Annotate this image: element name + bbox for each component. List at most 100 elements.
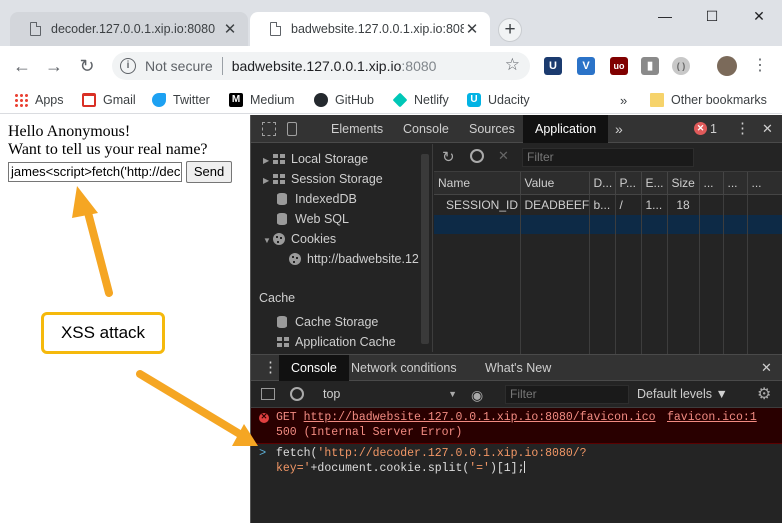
table-cell[interactable] [699, 194, 724, 215]
clear-console-icon[interactable] [290, 387, 304, 401]
collapse-arrow-icon[interactable]: ▼ [263, 231, 273, 251]
drawer-menu-icon[interactable]: ⋮ [263, 355, 278, 381]
error-url-link[interactable]: http://badwebsite.127.0.0.1.xip.io:8080/… [304, 411, 656, 424]
send-button[interactable]: Send [186, 161, 232, 183]
error-icon[interactable]: ✕ [694, 122, 707, 135]
table-cell[interactable] [747, 194, 782, 215]
forward-button[interactable]: → [42, 54, 66, 78]
bookmarks-overflow-button[interactable]: » [620, 90, 627, 110]
bookmark-gmail[interactable]: Gmail [82, 90, 136, 110]
bookmark-github[interactable]: GitHub [314, 90, 374, 110]
column-header[interactable]: ... [723, 172, 748, 195]
column-header[interactable]: E... [641, 172, 668, 195]
sidebar-item-label: Cache Storage [295, 315, 379, 329]
maximize-button[interactable]: ☐ [699, 6, 725, 26]
sidebar-item-web-sql[interactable]: Web SQL [277, 209, 349, 229]
sidebar-item-application-cache[interactable]: Application Cache [277, 332, 396, 352]
eye-icon[interactable]: ◉ [471, 387, 483, 404]
sidebar-item-cookies[interactable]: ▼ Cookies [263, 229, 336, 249]
new-tab-button[interactable]: + [498, 18, 522, 42]
tab-close-icon[interactable]: ✕ [464, 20, 480, 38]
settings-gear-icon[interactable]: ⚙ [757, 384, 771, 404]
sidebar-item-local-storage[interactable]: ▶ Local Storage [263, 149, 368, 169]
cookie-filter-input[interactable]: Filter [522, 148, 694, 167]
menu-kebab-icon[interactable]: ⋮ [752, 56, 768, 76]
console-input-row[interactable]: > fetch('http://decoder.127.0.0.1.xip.io… [251, 446, 782, 480]
close-window-button[interactable]: ✕ [746, 6, 772, 26]
table-row-selected[interactable] [434, 215, 782, 234]
sidebar-item-indexeddb[interactable]: IndexedDB [277, 189, 357, 209]
tab-application[interactable]: Application [523, 115, 609, 143]
sidebar-item-cookie-origin[interactable]: http://badwebsite.127.0.0.1.xip.io:8080 [289, 249, 419, 269]
drawer-tab-console[interactable]: Console [279, 355, 349, 381]
profile-avatar[interactable] [717, 56, 737, 76]
column-header[interactable]: Value [520, 172, 590, 195]
delete-selected-icon[interactable]: ✕ [498, 148, 509, 164]
cell-value[interactable]: DEADBEEF [520, 194, 590, 215]
devtools-menu-icon[interactable]: ⋮ [735, 115, 750, 143]
sidebar-scrollbar[interactable] [421, 154, 429, 344]
tab-console[interactable]: Console [403, 115, 449, 143]
sidebar-item-session-storage[interactable]: ▶ Session Storage [263, 169, 383, 189]
extension-icon[interactable]: V [577, 57, 595, 75]
cell-name[interactable]: SESSION_ID [434, 194, 521, 215]
bookmark-medium[interactable]: M Medium [229, 90, 294, 110]
bookmark-udacity[interactable]: U Udacity [467, 90, 530, 110]
document-icon [30, 22, 41, 36]
column-header[interactable]: ... [747, 172, 782, 195]
expand-arrow-icon[interactable]: ▶ [263, 151, 273, 171]
console-input[interactable]: fetch('http://decoder.127.0.0.1.xip.io:8… [276, 446, 596, 476]
context-selector[interactable]: top ▼ [323, 385, 457, 404]
column-header[interactable]: D... [589, 172, 616, 195]
ublock-icon[interactable]: uo [610, 57, 628, 75]
device-toolbar-icon[interactable] [287, 122, 297, 136]
back-button[interactable]: ← [10, 54, 34, 78]
bookmark-netlify[interactable]: Netlify [392, 90, 449, 110]
info-icon[interactable]: i [120, 58, 136, 74]
sidebar-item-label: Web SQL [295, 212, 349, 226]
bookmark-twitter[interactable]: Twitter [152, 90, 210, 110]
minimize-button[interactable]: — [652, 6, 678, 26]
clear-all-icon[interactable] [470, 149, 484, 163]
drawer-close-icon[interactable]: ✕ [761, 355, 772, 381]
bookmark-star-icon[interactable]: ☆ [505, 55, 520, 75]
column-header[interactable]: P... [615, 172, 642, 195]
sidebar-toggle-icon[interactable] [261, 388, 275, 400]
expand-arrow-icon[interactable]: ▶ [263, 171, 273, 191]
more-tabs-button[interactable]: » [615, 115, 623, 143]
table-cell[interactable] [723, 194, 748, 215]
extension-icon[interactable]: U [544, 57, 562, 75]
column-header[interactable]: Name [434, 172, 521, 195]
error-count[interactable]: 1 [710, 115, 717, 143]
extension-icon[interactable]: ▮ [641, 57, 659, 75]
drawer-tab-whats-new[interactable]: What's New [485, 355, 551, 381]
refresh-icon[interactable]: ↻ [442, 148, 455, 166]
inspect-element-icon[interactable] [262, 122, 276, 136]
security-label[interactable]: Not secure [145, 58, 213, 74]
drawer-tab-network-conditions[interactable]: Network conditions [351, 355, 457, 381]
console-filter-input[interactable]: Filter [505, 385, 629, 404]
log-levels-dropdown[interactable]: Default levels ▼ [637, 385, 728, 404]
error-source-link[interactable]: favicon.ico:1 [667, 411, 757, 424]
cell-expires[interactable]: 1... [641, 194, 668, 215]
tab-decoder[interactable]: decoder.127.0.0.1.xip.io:8080 ✕ [10, 12, 248, 46]
bookmark-apps[interactable]: Apps [14, 90, 64, 110]
column-header[interactable]: Size [667, 172, 700, 195]
cell-domain[interactable]: b... [589, 194, 616, 215]
column-header[interactable]: ... [699, 172, 724, 195]
tab-badwebsite[interactable]: badwebsite.127.0.0.1.xip.io:8080 ✕ [250, 12, 490, 46]
extension-icon[interactable]: ( ) [672, 57, 690, 75]
name-input[interactable]: james<script>fetch('http://decoder [8, 162, 182, 182]
tab-close-icon[interactable]: ✕ [222, 20, 238, 38]
cell-size[interactable]: 18 [667, 194, 700, 215]
sidebar-item-cache-storage[interactable]: Cache Storage [277, 312, 378, 332]
devtools-close-icon[interactable]: ✕ [762, 115, 773, 143]
tab-elements[interactable]: Elements [331, 115, 383, 143]
address-bar[interactable]: i Not secure badwebsite.127.0.0.1.xip.io… [112, 52, 530, 80]
table-row[interactable]: SESSION_ID DEADBEEF b... / 1... 18 [434, 194, 782, 215]
other-bookmarks[interactable]: Other bookmarks [650, 90, 767, 110]
reload-button[interactable]: ↻ [75, 54, 99, 78]
web-page: Hello Anonymous! Want to tell us your re… [0, 115, 250, 523]
cell-path[interactable]: / [615, 194, 642, 215]
tab-sources[interactable]: Sources [469, 115, 515, 143]
